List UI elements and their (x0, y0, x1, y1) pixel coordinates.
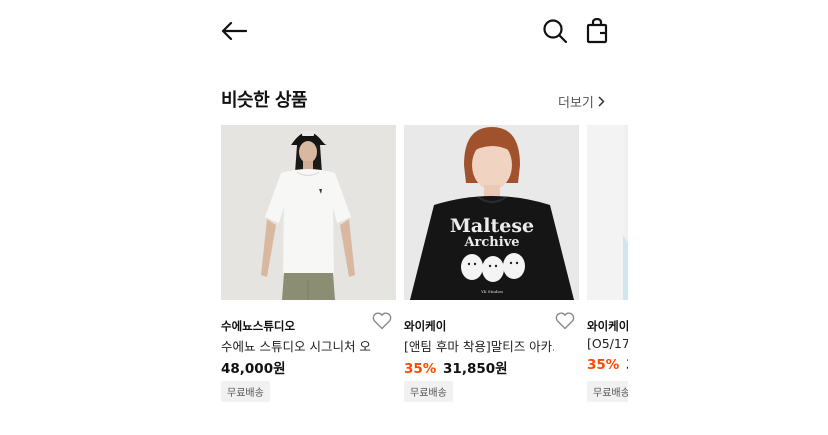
similar-products-carousel[interactable]: 수에뇨스튜디오 수에뇨 스튜디오 시그니처 오... 48,000원 무료배송 (221, 125, 628, 415)
product-brand: 와이케이 (404, 319, 447, 333)
app-frame: 비슷한 상품 더보기 수에뇨스튜디오 수에뇨 스튜디오 시그니처 오... 48… (0, 0, 828, 435)
print-title-2: Archive (463, 235, 519, 250)
product-price-row: 35% 3 (587, 357, 628, 373)
product-price: 3 (626, 357, 628, 373)
product-photo-black-tshirt: Maltese Archive YK Studios (404, 125, 579, 300)
product-card[interactable]: 와이케이 [O5/170 35% 3 무료배송 (587, 125, 628, 402)
product-screen: 비슷한 상품 더보기 수에뇨스튜디오 수에뇨 스튜디오 시그니처 오... 48… (205, 0, 628, 435)
product-card[interactable]: Maltese Archive YK Studios 와이케이 [앤팀 후마 착… (404, 125, 579, 402)
product-price-row: 35% 31,850원 (404, 357, 508, 377)
top-bar (205, 0, 628, 62)
back-button[interactable] (219, 16, 249, 46)
product-price: 31,850원 (443, 361, 508, 377)
free-shipping-badge: 무료배송 (221, 381, 270, 402)
discount-rate: 35% (404, 361, 437, 377)
search-icon (543, 19, 568, 44)
product-name: 수에뇨 스튜디오 시그니처 오... (221, 339, 371, 354)
shopping-bag-button[interactable] (582, 16, 612, 46)
free-shipping-badge: 무료배송 (404, 381, 453, 402)
print-title-1: Maltese (450, 215, 534, 237)
product-card[interactable]: 수에뇨스튜디오 수에뇨 스튜디오 시그니처 오... 48,000원 무료배송 (221, 125, 396, 402)
print-caption: YK Studios (480, 289, 503, 294)
free-shipping-badge: 무료배송 (587, 381, 628, 402)
product-brand: 수에뇨스튜디오 (221, 319, 296, 333)
product-brand: 와이케이 (587, 319, 628, 333)
product-photo-partial (587, 125, 628, 300)
more-link[interactable]: 더보기 (558, 92, 605, 111)
heart-icon (372, 312, 392, 330)
product-price: 48,000원 (221, 361, 286, 377)
product-image[interactable] (221, 125, 396, 300)
section-title: 비슷한 상품 (221, 90, 308, 111)
shopping-bag-icon (586, 18, 608, 44)
search-button[interactable] (540, 16, 570, 46)
product-image[interactable] (587, 125, 628, 300)
chevron-right-icon (598, 96, 605, 107)
product-price-row: 48,000원 (221, 357, 286, 377)
product-name: [앤팀 후마 착용]말티즈 아카... (404, 339, 554, 354)
discount-rate: 35% (587, 357, 620, 373)
product-name: [O5/170 (587, 336, 628, 351)
more-link-label: 더보기 (558, 96, 594, 111)
wishlist-button[interactable] (372, 312, 394, 332)
wishlist-button[interactable] (555, 312, 577, 332)
arrow-left-icon (221, 21, 247, 41)
product-photo-white-tshirt (221, 125, 396, 300)
product-image[interactable]: Maltese Archive YK Studios (404, 125, 579, 300)
heart-icon (555, 312, 575, 330)
